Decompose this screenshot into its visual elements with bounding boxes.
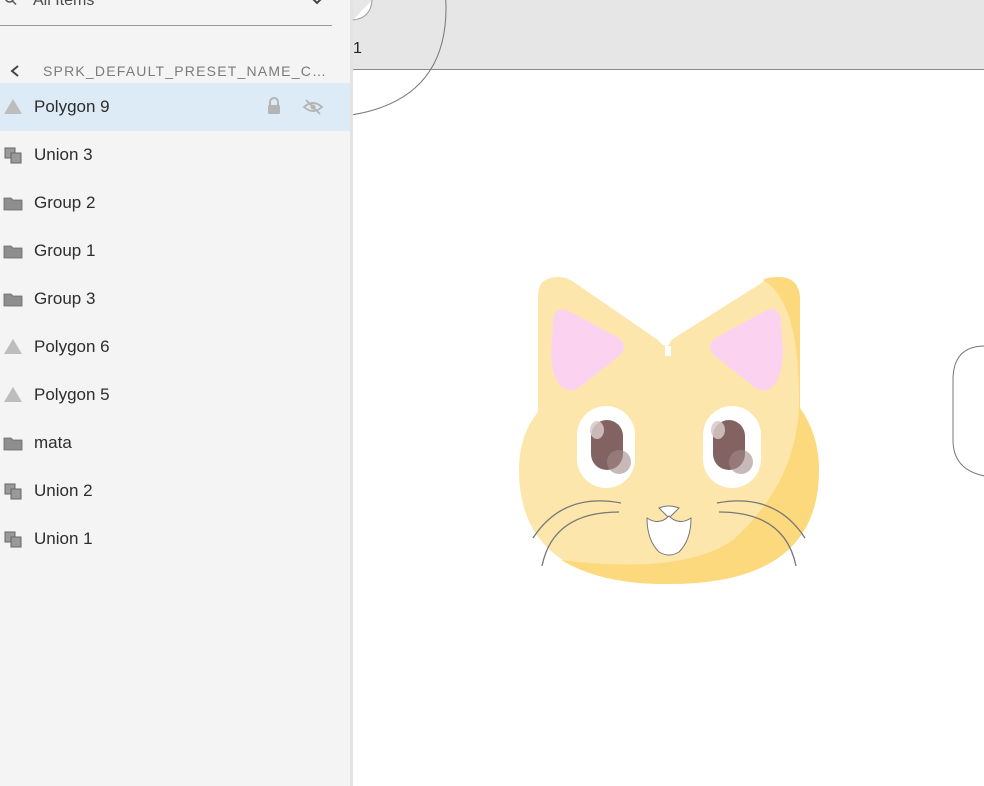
lock-icon[interactable]	[266, 97, 282, 115]
layer-name: Union 3	[34, 145, 93, 164]
left-eye	[577, 406, 635, 488]
canvas-artwork	[353, 0, 984, 585]
small-circle-outline	[353, 0, 373, 21]
layer-row[interactable]: Union 1	[0, 515, 350, 563]
ear-notch	[665, 346, 671, 356]
layer-name: Union 2	[34, 481, 93, 500]
cat-illustration[interactable]	[519, 277, 819, 585]
layers-panel: All Items SPRK_DEFAULT_PRESET_NAME_CU...…	[0, 0, 350, 786]
layer-name: Polygon 6	[34, 337, 110, 356]
union-icon	[4, 147, 22, 164]
triangle-icon	[4, 339, 22, 354]
layer-name: mata	[34, 433, 72, 452]
search-icon	[5, 0, 17, 6]
folder-icon	[3, 293, 23, 307]
folder-icon	[3, 245, 23, 259]
layer-row[interactable]: Union 2	[0, 467, 350, 515]
layer-row[interactable]: Group 3	[0, 275, 350, 323]
layer-filter[interactable]: All Items	[0, 0, 332, 26]
layer-list: Polygon 9 Union 3 Group 2 Group 1 Group …	[0, 83, 350, 563]
layer-row[interactable]: Group 2	[0, 179, 350, 227]
rounded-shape-outline	[952, 345, 984, 477]
filter-label: All Items	[33, 0, 95, 9]
layer-row[interactable]: mata	[0, 419, 350, 467]
layer-name: Group 2	[34, 193, 96, 212]
union-icon	[4, 483, 22, 500]
triangle-icon	[4, 387, 22, 402]
design-canvas[interactable]: 1	[353, 0, 984, 786]
layer-row[interactable]: Polygon 9	[0, 83, 350, 131]
triangle-icon	[4, 99, 22, 114]
layer-name: Group 3	[34, 289, 96, 308]
eye-hidden-icon[interactable]	[302, 98, 324, 116]
union-icon	[4, 531, 22, 548]
layer-name: Group 1	[34, 241, 96, 260]
circle-outline	[353, 0, 447, 116]
layer-row[interactable]: Group 1	[0, 227, 350, 275]
right-eye	[703, 406, 761, 488]
breadcrumb: SPRK_DEFAULT_PRESET_NAME_CU...	[0, 56, 350, 86]
layer-name: Polygon 5	[34, 385, 110, 404]
breadcrumb-label: SPRK_DEFAULT_PRESET_NAME_CU...	[43, 63, 328, 79]
layer-row[interactable]: Union 3	[0, 131, 350, 179]
chevron-down-icon[interactable]	[309, 0, 325, 6]
layer-row[interactable]: Polygon 6	[0, 323, 350, 371]
layer-name: Polygon 9	[34, 97, 110, 116]
layer-name: Union 1	[34, 529, 93, 548]
chevron-left-icon[interactable]	[8, 64, 22, 78]
folder-icon	[3, 437, 23, 451]
folder-icon	[3, 197, 23, 211]
layer-row[interactable]: Polygon 5	[0, 371, 350, 419]
